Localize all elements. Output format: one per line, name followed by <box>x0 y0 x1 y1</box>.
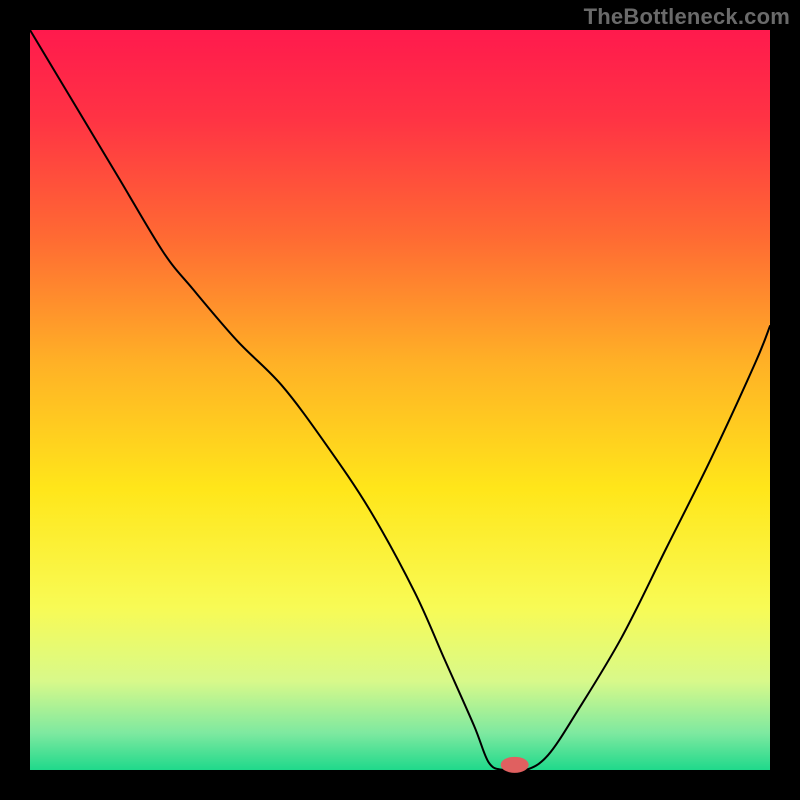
plot-background <box>30 30 770 770</box>
chart-frame: TheBottleneck.com <box>0 0 800 800</box>
bottleneck-chart <box>0 0 800 800</box>
optimum-marker <box>501 757 529 773</box>
watermark-label: TheBottleneck.com <box>584 4 790 30</box>
